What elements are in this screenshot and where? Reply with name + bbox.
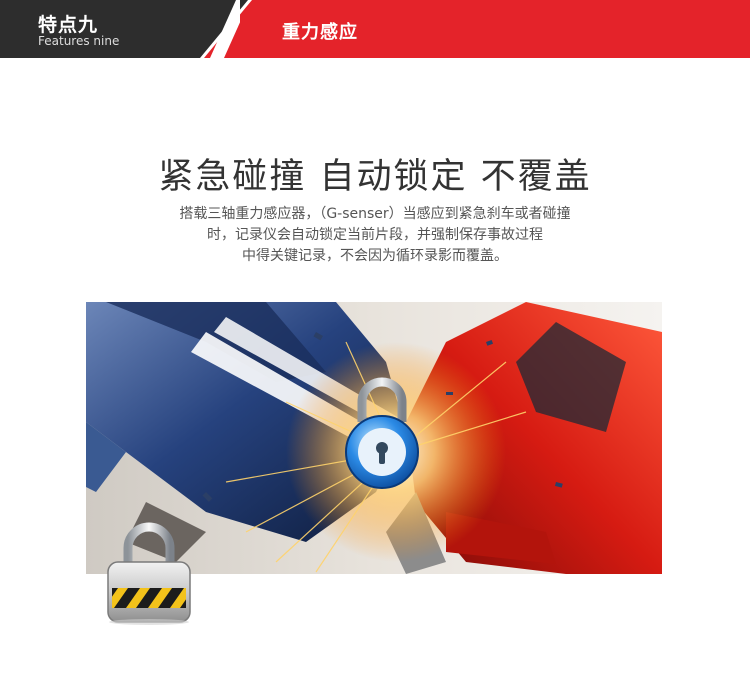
description-line: 时，记录仪会自动锁定当前片段，并强制保存事故过程 — [207, 227, 543, 243]
section-label: 重力感应 — [282, 22, 358, 43]
description: 搭载三轴重力感应器，（G-senser）当感应到紧急刹车或者碰撞 时，记录仪会自… — [90, 204, 660, 267]
feature-title: 特点九 — [38, 14, 99, 36]
grey-padlock-icon — [107, 522, 191, 625]
feature-header: 特点九 Features nine 重力感应 — [0, 0, 750, 58]
headline: 紧急碰撞 自动锁定 不覆盖 — [158, 157, 592, 197]
feature-subtitle: Features nine — [38, 34, 120, 48]
description-line: 搭载三轴重力感应器，（G-senser）当感应到紧急刹车或者碰撞 — [179, 206, 571, 222]
description-line: 中得关键记录，不会因为循环录影而覆盖。 — [242, 248, 508, 264]
